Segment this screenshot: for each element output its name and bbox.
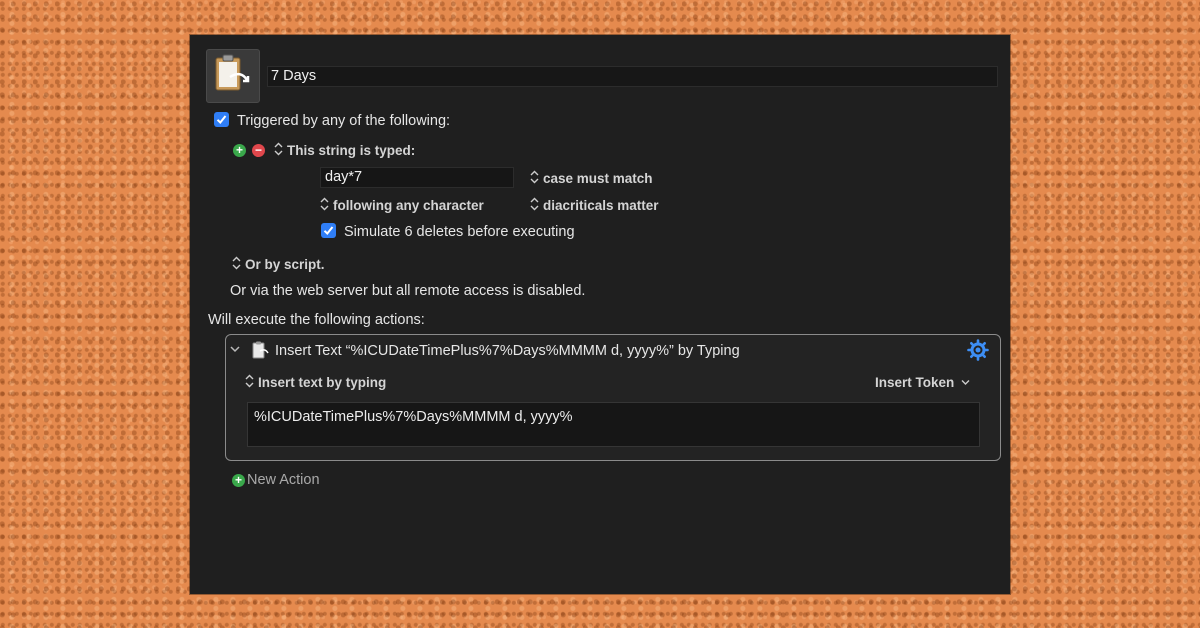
clipboard-insert-icon[interactable]	[206, 49, 260, 103]
clipboard-icon	[252, 341, 269, 359]
up-down-arrows-icon	[530, 170, 539, 184]
web-server-note: Or via the web server but all remote acc…	[230, 283, 586, 299]
checkmark-icon	[216, 115, 227, 124]
insert-mode-label: Insert text by typing	[258, 375, 387, 390]
action-title: Insert Text “%ICUDateTimePlus%7%Days%MMM…	[275, 343, 740, 359]
insert-text-action[interactable]: Insert Text “%ICUDateTimePlus%7%Days%MMM…	[225, 334, 1001, 461]
chevron-down-icon[interactable]	[230, 345, 240, 353]
trigger-header: Triggered by any of the following:	[237, 113, 451, 129]
remove-trigger-button[interactable]: −	[252, 144, 265, 157]
simulate-deletes-label: Simulate 6 deletes before executing	[344, 224, 575, 240]
insert-mode-popup[interactable]: Insert text by typing	[245, 374, 386, 392]
insert-text-field[interactable]: %ICUDateTimePlus%7%Days%MMMM d, yyyy%	[247, 402, 980, 447]
insert-token-label: Insert Token	[875, 375, 955, 390]
trigger-type-label: This string is typed:	[287, 143, 416, 158]
new-action-plus-icon[interactable]: +	[232, 474, 245, 487]
following-option-label: following any character	[333, 198, 484, 213]
typed-string-field[interactable]: day*7	[320, 167, 514, 188]
case-option-label: case must match	[543, 171, 653, 186]
script-trigger-popup[interactable]: Or by script.	[232, 256, 325, 274]
following-option-popup[interactable]: following any character	[320, 197, 484, 215]
chevron-down-icon	[961, 380, 970, 385]
script-trigger-label: Or by script.	[245, 257, 325, 272]
trigger-enabled-checkbox[interactable]	[214, 112, 229, 127]
diacriticals-option-label: diacriticals matter	[543, 198, 659, 213]
checkmark-icon	[323, 226, 334, 235]
macro-editor-window: 7 Days Triggered by any of the following…	[190, 35, 1010, 594]
add-trigger-button[interactable]: +	[233, 144, 246, 157]
gear-icon[interactable]	[967, 339, 989, 361]
simulate-deletes-checkbox[interactable]	[321, 223, 336, 238]
up-down-arrows-icon	[274, 142, 283, 156]
new-action-button[interactable]: New Action	[247, 471, 320, 489]
up-down-arrows-icon	[320, 197, 329, 211]
actions-header: Will execute the following actions:	[208, 312, 425, 328]
diacriticals-option-popup[interactable]: diacriticals matter	[530, 197, 659, 215]
up-down-arrows-icon	[245, 374, 254, 388]
trigger-type-popup[interactable]: This string is typed:	[274, 142, 415, 160]
insert-token-menu[interactable]: Insert Token	[875, 374, 970, 392]
up-down-arrows-icon	[232, 256, 241, 270]
case-option-popup[interactable]: case must match	[530, 170, 653, 188]
macro-name-field[interactable]: 7 Days	[267, 66, 998, 87]
up-down-arrows-icon	[530, 197, 539, 211]
